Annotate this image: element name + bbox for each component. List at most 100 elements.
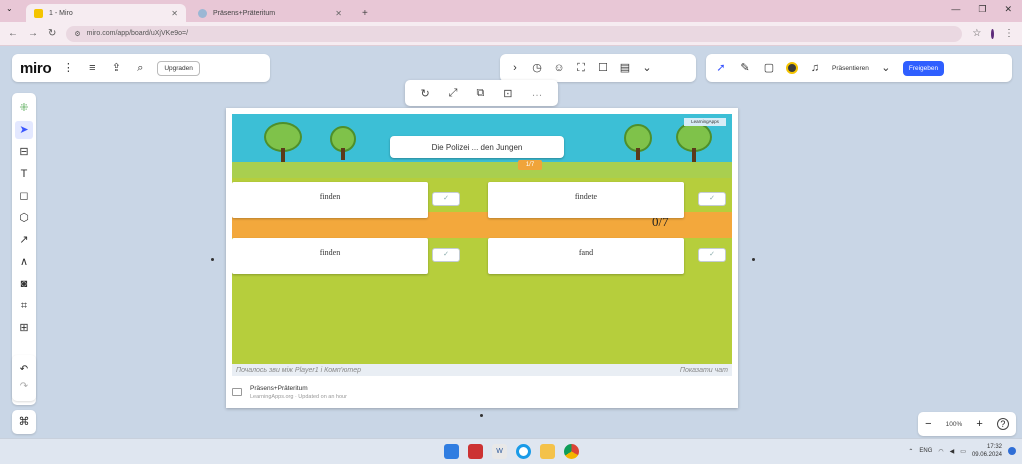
close-icon[interactable]: ✕ xyxy=(335,9,342,18)
more-icon[interactable]: … xyxy=(531,87,542,99)
new-tab-button[interactable]: + xyxy=(354,4,376,22)
chevron-up-icon[interactable]: ⌃ xyxy=(908,448,913,455)
fullscreen-icon[interactable]: ⤢ xyxy=(449,87,458,100)
clock[interactable]: 17:32 09.06.2024 xyxy=(972,443,1002,459)
edge-icon[interactable] xyxy=(516,444,531,459)
frame-icon[interactable]: ⌗ xyxy=(15,297,33,315)
search-icon[interactable]: ⌕ xyxy=(133,61,147,75)
select-cursor-icon[interactable]: ➤ xyxy=(15,121,33,139)
help-button[interactable]: ? xyxy=(996,418,1009,430)
chevron-down-icon[interactable]: ⌄ xyxy=(640,61,654,75)
refresh-icon[interactable]: ↻ xyxy=(420,87,429,100)
tab-learningapps[interactable]: Präsens+Präteritum ✕ xyxy=(190,4,350,22)
zoom-in-button[interactable]: + xyxy=(976,418,982,430)
menu-icon[interactable]: ≡ xyxy=(85,61,99,75)
check-button-3[interactable]: ✓ xyxy=(432,248,460,262)
language-indicator[interactable]: ENG xyxy=(919,448,932,454)
miro-logo[interactable]: miro xyxy=(20,60,52,77)
embed-footer: Präsens+Präteritum LearningApps.org · Up… xyxy=(232,380,732,404)
battery-icon[interactable]: ▭ xyxy=(960,448,966,455)
system-tray: ⌃ ENG ◠ ◀ ▭ 17:32 09.06.2024 xyxy=(908,443,1016,459)
url-field[interactable]: ⚙ miro.com/app/board/uXjVKe9o=/ xyxy=(66,25,963,42)
focus-icon[interactable]: ⛶ xyxy=(574,61,588,75)
frames-panel-icon[interactable]: ⌘ xyxy=(12,410,36,434)
notes-icon[interactable]: ▤ xyxy=(618,61,632,75)
wifi-icon[interactable]: ◠ xyxy=(938,448,943,455)
zoom-out-button[interactable]: − xyxy=(925,418,931,430)
windows-start-icon[interactable] xyxy=(444,444,459,459)
present-button[interactable]: Präsentieren xyxy=(832,65,869,72)
share-button[interactable]: Freigeben xyxy=(902,60,945,76)
cursor-icon[interactable]: ➚ xyxy=(714,61,728,75)
shapes-icon[interactable]: ⬡ xyxy=(15,209,33,227)
back-arrow-icon[interactable]: ← xyxy=(8,28,18,39)
answer-option-3[interactable]: finden xyxy=(232,238,428,274)
close-window-icon[interactable]: ✕ xyxy=(1004,4,1012,15)
tab-search-button[interactable]: ⌄ xyxy=(6,4,13,13)
more-tools-icon[interactable]: ⊞ xyxy=(15,319,33,337)
tab-miro[interactable]: 1 - Miro ✕ xyxy=(26,4,186,22)
chevron-down-icon[interactable]: ⌄ xyxy=(879,61,893,75)
answer-option-4[interactable]: fand xyxy=(488,238,684,274)
redo-icon[interactable]: ↷ xyxy=(20,381,28,392)
learningapps-game[interactable]: LearningApps Die Polizei ... den Jungen … xyxy=(232,114,732,368)
answer-option-1[interactable]: finden xyxy=(232,182,428,218)
open-link-icon[interactable]: ⧉ xyxy=(476,87,484,100)
browser-menu-icon[interactable]: ⋮ xyxy=(1004,28,1014,39)
undo-redo-toolbar: ↶ ↷ xyxy=(12,355,36,401)
text-tool-icon[interactable]: T xyxy=(15,165,33,183)
timer-icon[interactable]: ◷ xyxy=(530,61,544,75)
resize-handle[interactable] xyxy=(752,258,755,261)
site-info-icon[interactable]: ⚙ xyxy=(74,30,80,38)
connector-icon[interactable]: ↗ xyxy=(15,231,33,249)
comment-tool-icon[interactable]: ◙ xyxy=(15,275,33,293)
zoom-level[interactable]: 100% xyxy=(946,421,963,428)
chrome-icon[interactable] xyxy=(564,444,579,459)
taskbar-apps: W xyxy=(444,444,579,459)
profile-avatar[interactable] xyxy=(991,28,994,39)
game-status-text: Почалось зви мiж Player1 i Комп'ютер xyxy=(236,366,361,374)
lock-icon[interactable]: ⊡ xyxy=(503,87,512,100)
more-icon[interactable]: ⋮ xyxy=(61,61,75,75)
reactions-icon[interactable]: ☺ xyxy=(552,61,566,75)
comment-icon[interactable]: ▢ xyxy=(762,61,776,75)
bell-icon[interactable]: ♫ xyxy=(808,61,822,75)
undo-icon[interactable]: ↶ xyxy=(20,364,28,375)
resize-handle[interactable] xyxy=(480,414,483,417)
restore-icon[interactable]: ❐ xyxy=(978,4,986,15)
learningapps-logo[interactable]: LearningApps xyxy=(684,118,726,126)
miro-favicon-icon xyxy=(34,8,43,18)
check-button-1[interactable]: ✓ xyxy=(432,192,460,206)
file-explorer-icon[interactable] xyxy=(540,444,555,459)
tab-label: 1 - Miro xyxy=(49,9,73,17)
embed-title[interactable]: Präsens+Präteritum xyxy=(250,385,347,392)
check-button-4[interactable]: ✓ xyxy=(698,248,726,262)
answer-option-2[interactable]: findete xyxy=(488,182,684,218)
notification-icon[interactable] xyxy=(1008,447,1016,455)
templates-icon[interactable]: ⁜ xyxy=(15,99,33,117)
close-icon[interactable]: ✕ xyxy=(171,9,178,18)
reload-icon[interactable]: ↻ xyxy=(48,28,56,39)
show-chat-link[interactable]: Показати чат xyxy=(680,367,728,374)
upgrade-button[interactable]: Upgraden xyxy=(157,60,200,76)
volume-icon[interactable]: ◀ xyxy=(950,448,955,455)
word-icon[interactable]: W xyxy=(492,444,507,459)
sticky-note-icon[interactable]: ◻ xyxy=(15,187,33,205)
grass-band xyxy=(232,162,732,178)
windows-taskbar: W ⌃ ENG ◠ ◀ ▭ 17:32 09.06.2024 xyxy=(0,438,1022,464)
embed-card[interactable]: LearningApps Die Polizei ... den Jungen … xyxy=(226,108,738,408)
forward-arrow-icon[interactable]: → xyxy=(28,28,38,39)
app-icon[interactable] xyxy=(468,444,483,459)
pen-icon[interactable]: ✎ xyxy=(738,61,752,75)
check-button-2[interactable]: ✓ xyxy=(698,192,726,206)
pen-tool-icon[interactable]: ∧ xyxy=(15,253,33,271)
bookmark-star-icon[interactable]: ☆ xyxy=(972,28,981,39)
user-avatar[interactable] xyxy=(786,62,798,74)
resize-handle[interactable] xyxy=(211,258,214,261)
table-icon[interactable]: ⊟ xyxy=(15,143,33,161)
minimize-icon[interactable]: — xyxy=(951,4,960,15)
game-status-bar: Почалось зви мiж Player1 i Комп'ютер Пок… xyxy=(232,364,732,376)
export-icon[interactable]: ⇪ xyxy=(109,61,123,75)
vote-icon[interactable]: ☐ xyxy=(596,61,610,75)
expand-arrow-icon[interactable]: › xyxy=(508,61,522,75)
